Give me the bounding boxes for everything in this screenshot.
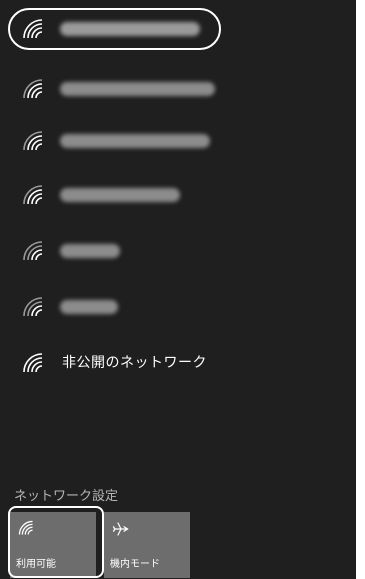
network-name: 非公開のネットワーク — [62, 355, 207, 371]
wifi-signal-icon — [22, 240, 44, 262]
network-name-obscured — [60, 244, 120, 258]
selection-highlight — [8, 8, 221, 50]
network-name-obscured — [60, 188, 180, 202]
network-name-obscured — [60, 134, 210, 148]
network-item-4[interactable] — [0, 166, 356, 226]
network-name-obscured — [60, 300, 118, 314]
airplane-tile-label: 機内モード — [110, 559, 160, 570]
wifi-signal-icon — [22, 184, 44, 206]
network-name-obscured — [60, 82, 215, 96]
airplane-icon — [112, 520, 130, 542]
wifi-signal-icon — [22, 78, 44, 100]
network-item-6[interactable] — [0, 278, 356, 338]
network-item-5[interactable] — [0, 222, 356, 282]
network-flyout: 非公開のネットワーク ネットワーク設定 利用可能 機内モード — [0, 0, 356, 579]
network-item-3[interactable] — [0, 112, 356, 172]
airplane-mode-tile[interactable]: 機内モード — [104, 512, 190, 578]
wifi-signal-icon — [22, 296, 44, 318]
wifi-signal-icon — [22, 130, 44, 152]
tile-selection-highlight — [8, 506, 104, 578]
network-item-2[interactable] — [0, 60, 356, 120]
network-item-hidden[interactable]: 非公開のネットワーク — [0, 334, 356, 394]
wifi-signal-icon — [22, 352, 44, 374]
network-settings-link[interactable]: ネットワーク設定 — [14, 485, 118, 504]
